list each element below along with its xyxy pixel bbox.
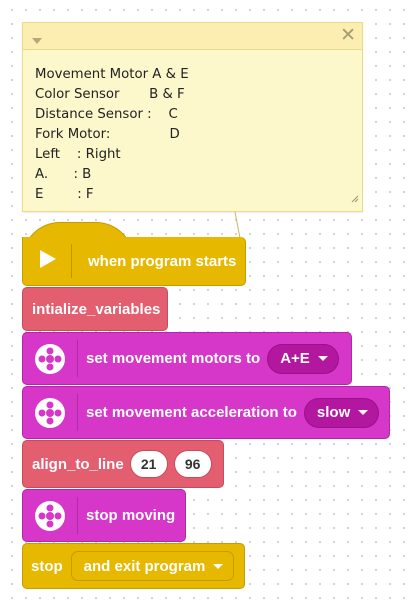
motor-icon [23,387,77,438]
align-to-line-block[interactable]: align_to_line 21 96 [22,440,224,488]
dropdown-value: slow [316,404,351,421]
motors-dropdown[interactable]: A+E [267,343,339,374]
code-canvas[interactable]: ✕ Movement Motor A & E Color Sensor B & F… [0,0,412,610]
comment-line: Distance Sensor : C [35,107,178,122]
motor-icon [23,333,77,384]
block-label: set movement acceleration to [86,404,297,421]
comment-line: Color Sensor B & F [35,87,185,102]
block-divider [77,497,78,534]
block-label: align_to_line [32,455,124,473]
play-icon [39,249,57,273]
block-divider [71,244,72,278]
block-label: when program starts [88,252,237,270]
comment-line: Fork Motor: D [35,127,180,142]
caret-down-icon [213,563,224,569]
caret-down-icon [317,356,328,361]
close-icon[interactable]: ✕ [340,25,356,47]
block-divider [77,340,78,377]
motor-icon [23,490,77,541]
chevron-down-icon[interactable] [32,32,42,50]
set-movement-motors-block[interactable]: set movement motors to A+E [22,332,352,385]
block-label: set movement motors to [86,350,261,367]
dropdown-value: and exit program [83,557,206,575]
block-divider [77,394,78,431]
comment-line: Left : Right [35,147,121,162]
align-arg1-input[interactable]: 21 [129,450,168,478]
caret-down-icon [358,410,369,415]
acceleration-dropdown[interactable]: slow [303,397,380,428]
comment-line: A. : B [35,167,92,182]
block-label: stop [31,557,63,575]
comment-text[interactable]: Movement Motor A & E Color Sensor B & F Di… [35,65,189,205]
when-program-starts-block[interactable]: when program starts [22,237,246,286]
align-arg2-input[interactable]: 96 [173,450,212,478]
comment-line: E : F [35,187,94,202]
stop-program-block[interactable]: stop and exit program [22,543,245,589]
resize-handle-icon[interactable] [349,190,359,208]
block-label: intialize_variables [32,300,161,318]
block-label: stop moving [86,507,176,524]
dropdown-value: A+E [280,350,310,367]
comment-note[interactable]: ✕ Movement Motor A & E Color Sensor B & F… [22,22,363,212]
stop-moving-block[interactable]: stop moving [22,489,186,542]
comment-header[interactable]: ✕ [23,23,362,50]
comment-line: Movement Motor A & E [35,67,189,82]
stop-mode-dropdown[interactable]: and exit program [70,551,235,581]
set-movement-acceleration-block[interactable]: set movement acceleration to slow [22,386,390,439]
initialize-variables-block[interactable]: intialize_variables [22,287,168,331]
